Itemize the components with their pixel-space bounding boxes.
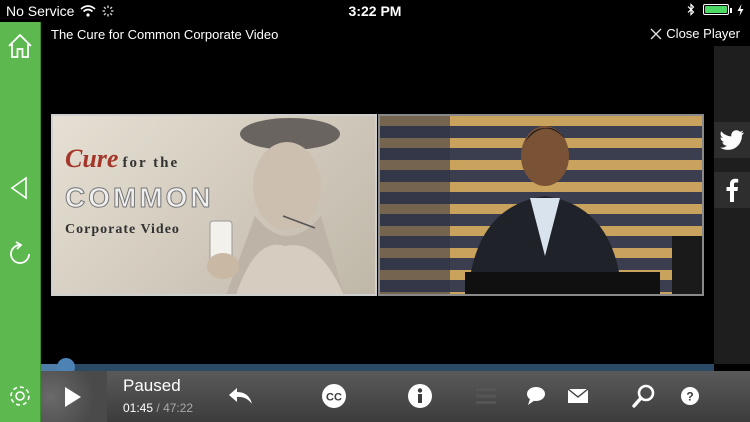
playback-state: Paused: [123, 376, 181, 395]
settings-gear-icon[interactable]: [6, 382, 34, 410]
charging-icon: [737, 3, 744, 16]
twitter-share-button[interactable]: [714, 122, 750, 158]
refresh-icon[interactable]: [6, 240, 34, 268]
playback-time: 01:45 / 47:22: [123, 401, 193, 415]
rewind-button[interactable]: [225, 381, 255, 411]
chapters-list-icon: [476, 388, 496, 404]
search-icon: [632, 384, 655, 408]
video-viewport[interactable]: Cure for the COMMON Corporate Video: [41, 46, 714, 364]
duration: 47:22: [163, 401, 194, 415]
back-triangle-icon[interactable]: [6, 174, 34, 202]
status-bar: No Service 3:22 PM: [0, 0, 750, 22]
comment-icon: [527, 387, 545, 405]
email-icon: [567, 388, 589, 403]
close-icon: [650, 28, 662, 39]
closed-caption-icon: CC: [322, 384, 346, 408]
current-time: 01:45: [123, 401, 154, 415]
play-icon: [65, 387, 81, 407]
rewind-icon: [229, 388, 252, 404]
comment-button[interactable]: [521, 381, 551, 411]
email-button[interactable]: [563, 381, 593, 411]
info-button[interactable]: [405, 381, 435, 411]
player-title-bar: The Cure for Common Corporate Video Clos…: [41, 22, 750, 46]
battery-icon: [703, 4, 732, 15]
close-player-label: Close Player: [666, 26, 740, 41]
slide-title-line1: Cure for the: [65, 144, 179, 174]
slide-word-cure: Cure: [65, 144, 119, 173]
progress-bar[interactable]: [41, 358, 714, 376]
control-bar: Paused 01:45 / 47:22 CC ?: [41, 371, 750, 422]
svg-text:CC: CC: [326, 392, 342, 404]
speaker-illustration: [380, 116, 702, 294]
info-icon: [408, 384, 432, 408]
close-player-button[interactable]: Close Player: [650, 26, 740, 41]
chapters-button[interactable]: [471, 381, 501, 411]
bluetooth-icon: [687, 3, 695, 16]
search-button[interactable]: [629, 381, 659, 411]
sick-man-illustration: [207, 118, 344, 294]
help-button[interactable]: ?: [675, 381, 705, 411]
facebook-share-button[interactable]: [714, 172, 750, 208]
clock: 3:22 PM: [348, 3, 402, 19]
time-separator: /: [156, 401, 160, 415]
slide-word-for-the: for the: [122, 155, 180, 171]
video-title: The Cure for Common Corporate Video: [51, 27, 279, 42]
slide-panel: Cure for the COMMON Corporate Video: [51, 114, 377, 296]
slide-word-common: COMMON: [65, 182, 214, 214]
sidebar: [0, 22, 41, 422]
twitter-icon: [720, 130, 744, 150]
home-icon[interactable]: [6, 32, 34, 60]
speaker-panel: [378, 114, 704, 296]
facebook-icon: [726, 178, 739, 202]
help-icon: ?: [681, 387, 699, 405]
closed-caption-button[interactable]: CC: [319, 381, 349, 411]
play-button[interactable]: [41, 371, 107, 422]
share-strip: [714, 46, 750, 364]
slide-word-corporate-video: Corporate Video: [65, 222, 180, 237]
svg-text:?: ?: [686, 390, 693, 404]
